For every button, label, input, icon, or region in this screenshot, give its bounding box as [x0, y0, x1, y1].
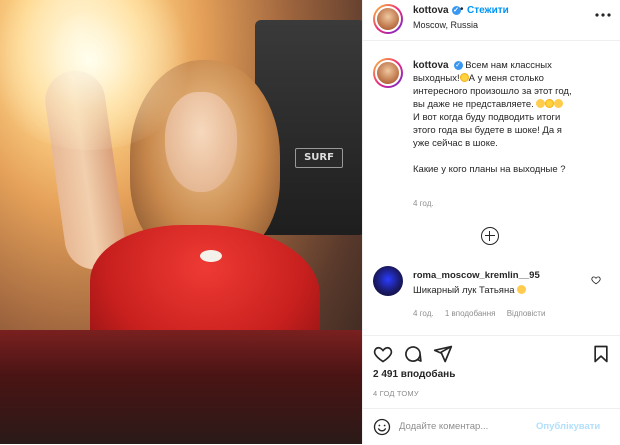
bookmark-icon[interactable]: [591, 344, 611, 364]
post-date[interactable]: 4 ГОД ТОМУ: [373, 389, 419, 398]
likes-count[interactable]: 2 491 вподобань: [373, 369, 455, 380]
comment-meta: 4 год. 1 вподобання Відповісти: [413, 309, 554, 318]
post-side-panel: kottova ✓ • Стежити Moscow, Russia kottov…: [362, 0, 620, 444]
post-comment-button[interactable]: Опублікувати: [536, 421, 600, 432]
party-emoji-icon: [554, 99, 564, 108]
action-bar: [363, 335, 620, 372]
post-location[interactable]: Moscow, Russia: [413, 20, 478, 30]
comment-icon[interactable]: [403, 344, 423, 364]
heart-icon[interactable]: [373, 344, 393, 364]
caption-time[interactable]: 4 год.: [413, 199, 434, 208]
caption-avatar[interactable]: [373, 58, 403, 88]
post-photo[interactable]: SURF: [0, 0, 362, 444]
praying-hands-emoji-icon: [517, 285, 527, 294]
car-body: [0, 330, 362, 444]
comment-time[interactable]: 4 год.: [413, 309, 434, 318]
brooch: [200, 250, 222, 262]
post-header: kottova ✓ • Стежити Moscow, Russia: [363, 0, 620, 41]
separator-dot: •: [460, 4, 464, 15]
verified-icon: ✓: [453, 61, 463, 70]
comment-input[interactable]: [399, 417, 559, 435]
commenter-avatar[interactable]: [373, 266, 403, 296]
follow-button[interactable]: Стежити: [467, 5, 509, 16]
author-avatar[interactable]: [373, 4, 403, 34]
caption-text: kottova ✓ Всем нам классных выходных! А у …: [413, 60, 572, 175]
plus-circle-icon[interactable]: [481, 227, 499, 245]
author-username[interactable]: kottova ✓: [413, 5, 461, 16]
photo-sign-text: SURF: [295, 148, 343, 168]
commenter-username[interactable]: roma_moscow_kremlin__95: [413, 270, 540, 281]
reply-button[interactable]: Відповісти: [507, 309, 546, 318]
comment-likes[interactable]: 1 вподобання: [445, 309, 496, 318]
paper-plane-icon[interactable]: [433, 344, 453, 364]
emoji-icon[interactable]: [373, 418, 391, 436]
comment-text: Шикарный лук Татьяна: [413, 285, 527, 296]
caption-username[interactable]: kottova: [413, 60, 449, 71]
sun-emoji-icon: [459, 73, 469, 82]
sun-emoji-icon: [545, 99, 555, 108]
comment-like-icon[interactable]: [591, 275, 601, 288]
more-horizontal-icon[interactable]: [593, 8, 613, 22]
add-comment-bar: Опублікувати: [363, 408, 620, 445]
grin-emoji-icon: [536, 99, 546, 108]
